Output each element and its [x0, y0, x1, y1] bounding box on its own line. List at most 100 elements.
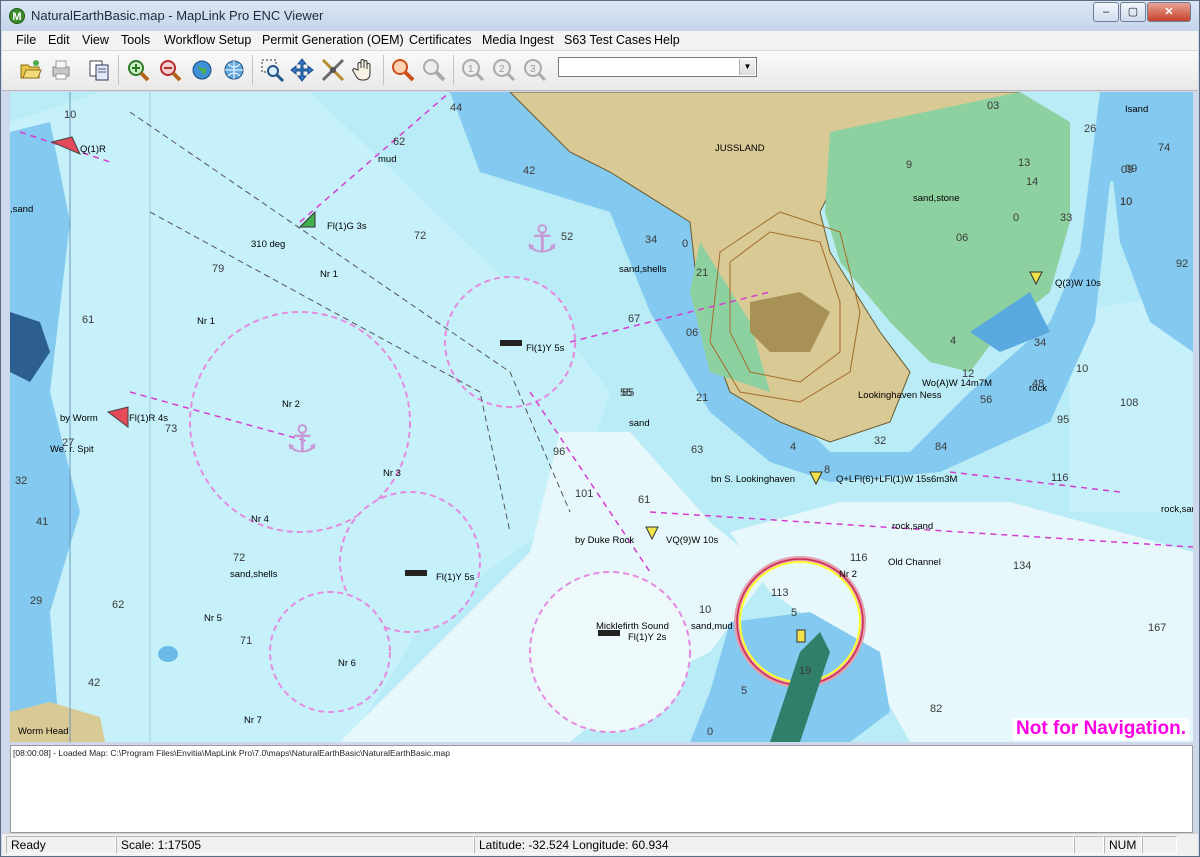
- sounding: 4: [950, 335, 957, 347]
- hand-icon[interactable]: [350, 56, 378, 84]
- sounding: 116: [850, 552, 868, 564]
- sounding: 26: [1084, 123, 1097, 135]
- menu-help[interactable]: Help: [654, 33, 680, 47]
- chart-label: ,sand: [10, 204, 34, 215]
- chart-label: Nr 2: [282, 399, 300, 410]
- measure-icon[interactable]: [319, 56, 347, 84]
- chart-label: Fl(1)R 4s: [129, 413, 169, 424]
- menu-file[interactable]: File: [16, 33, 36, 47]
- chart-view[interactable]: ⚓ ⚓ Q(1)R mud ,sand Fl(1)G 3s 310 deg Nr…: [10, 92, 1193, 742]
- sounding: 32: [15, 475, 28, 487]
- sounding: 101: [575, 488, 594, 500]
- toolbar-separator: [252, 55, 253, 85]
- chart-label: Lookinghaven Ness: [858, 390, 942, 401]
- chart-label: Nr 4: [251, 514, 269, 525]
- svg-text:1: 1: [468, 64, 474, 75]
- print-icon[interactable]: [47, 56, 75, 84]
- status-bar: Ready Scale: 1:17505 Latitude: -32.524 L…: [2, 833, 1198, 856]
- sounding: 92: [1176, 258, 1189, 270]
- app-window: M NaturalEarthBasic.map - MapLink Pro EN…: [0, 0, 1200, 857]
- chart-label: Nr 5: [204, 613, 222, 624]
- chart-label: 310 deg: [251, 239, 286, 250]
- menu-permit-generation[interactable]: Permit Generation (OEM): [262, 33, 404, 47]
- chart-label: mud: [378, 154, 397, 165]
- sounding: 63: [691, 444, 704, 456]
- not-for-navigation-warning: Not for Navigation.: [1013, 718, 1189, 740]
- chevron-down-icon[interactable]: ▼: [739, 59, 755, 75]
- chart-label: Old Channel: [888, 557, 941, 568]
- chart-label: sand,mud: [691, 621, 733, 632]
- sounding: 0: [1013, 212, 1020, 224]
- sounding: 74: [1158, 142, 1171, 154]
- svg-text:2: 2: [499, 64, 505, 75]
- sounding: 10: [699, 604, 712, 616]
- sounding: 73: [165, 423, 178, 435]
- sounding: 10: [64, 109, 77, 121]
- layer-combo[interactable]: ▼: [558, 57, 757, 77]
- sounding: 41: [36, 516, 49, 528]
- sounding: 10: [1076, 363, 1089, 375]
- menu-certificates[interactable]: Certificates: [409, 33, 472, 47]
- status-coordinates: Latitude: -32.524 Longitude: 60.934: [474, 836, 1074, 854]
- sounding: 96: [553, 446, 566, 458]
- chart-label: sand,shells: [230, 569, 278, 580]
- sounding: 06: [956, 232, 969, 244]
- sounding: 29: [30, 595, 43, 607]
- globe-grid-icon[interactable]: [220, 56, 248, 84]
- menu-media-ingest[interactable]: Media Ingest: [482, 33, 554, 47]
- chart-label: JUSSLAND: [715, 143, 765, 154]
- sounding: 72: [233, 552, 246, 564]
- sounding: 79: [212, 263, 225, 275]
- sounding: 21: [696, 392, 709, 404]
- sounding: 72: [414, 230, 427, 242]
- sounding: 21: [696, 267, 709, 279]
- sounding: 61: [82, 314, 95, 326]
- zoom-out-icon[interactable]: [156, 56, 184, 84]
- sounding: 34: [645, 234, 658, 246]
- zoom-window-icon[interactable]: [258, 56, 286, 84]
- zoom-in-icon[interactable]: [124, 56, 152, 84]
- close-button[interactable]: ✕: [1147, 2, 1191, 22]
- sounding: 56: [980, 394, 993, 406]
- sounding: 108: [1120, 397, 1139, 409]
- globe-icon[interactable]: [188, 56, 216, 84]
- chart-label: Nr 3: [383, 468, 401, 479]
- menu-edit[interactable]: Edit: [48, 33, 70, 47]
- sounding: 33: [1060, 212, 1073, 224]
- status-num: NUM: [1104, 836, 1142, 854]
- chart-label: Nr 2: [839, 569, 857, 580]
- toolbar-separator: [118, 55, 119, 85]
- chart-canvas: ⚓ ⚓: [10, 92, 1193, 742]
- chart-label: Nr 1: [320, 269, 338, 280]
- chart-label: by Duke Rock: [575, 535, 635, 546]
- chart-label: Nr 7: [244, 715, 262, 726]
- query-disabled-icon: [420, 56, 448, 84]
- svg-text:3: 3: [530, 64, 536, 75]
- sounding: 71: [240, 635, 253, 647]
- pan-icon[interactable]: [288, 56, 316, 84]
- minimize-button[interactable]: ‒: [1093, 2, 1119, 22]
- copy-icon[interactable]: [85, 56, 113, 84]
- menu-workflow-setup[interactable]: Workflow Setup: [164, 33, 251, 47]
- chart-label: Nr 1: [197, 316, 215, 327]
- menu-s63-test-cases[interactable]: S63 Test Cases: [564, 33, 651, 47]
- chart-label: sand,stone: [913, 193, 960, 204]
- sounding: 0: [682, 238, 689, 250]
- sounding: 13: [1018, 157, 1031, 169]
- status-empty: [1142, 836, 1177, 854]
- menu-view[interactable]: View: [82, 33, 109, 47]
- log-panel[interactable]: [08:00:08] - Loaded Map: C:\Program File…: [10, 745, 1193, 833]
- chart-label: VQ(9)W 10s: [666, 535, 719, 546]
- title-bar[interactable]: M NaturalEarthBasic.map - MapLink Pro EN…: [1, 1, 1199, 31]
- sounding: 67: [628, 313, 641, 325]
- maximize-button[interactable]: ▢: [1120, 2, 1146, 22]
- open-icon[interactable]: [16, 56, 44, 84]
- query-icon[interactable]: [389, 56, 417, 84]
- sounding: 52: [561, 231, 574, 243]
- sounding: 03: [987, 100, 1000, 112]
- sounding: 167: [1148, 622, 1167, 634]
- menu-tools[interactable]: Tools: [121, 33, 150, 47]
- sounding: 62: [112, 599, 125, 611]
- status-empty: [1074, 836, 1104, 854]
- chart-label: Q(3)W 10s: [1055, 278, 1101, 289]
